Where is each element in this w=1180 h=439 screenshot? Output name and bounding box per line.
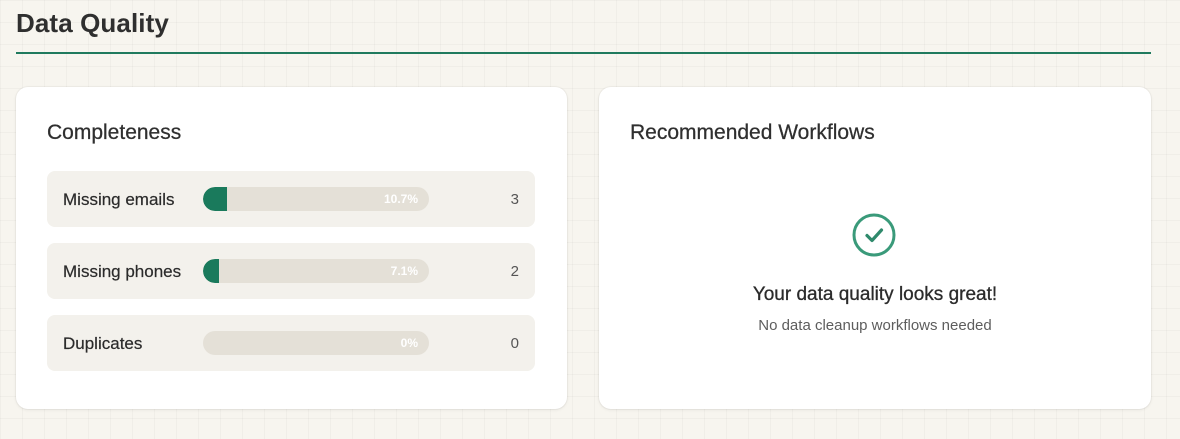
- progress-fill: [203, 259, 220, 283]
- empty-state-title: Your data quality looks great!: [752, 284, 998, 305]
- workflows-title: Recommended Workflows: [630, 121, 875, 144]
- title-divider: [16, 52, 1151, 54]
- metric-label: Missing emails: [63, 190, 175, 209]
- progress-fill: [203, 187, 228, 211]
- metric-label: Duplicates: [63, 334, 143, 353]
- progress-bar: 10.7%: [203, 187, 429, 211]
- workflows-card: Recommended Workflows Your data quality …: [599, 87, 1151, 409]
- metric-label: Missing phones: [63, 262, 182, 281]
- progress-bar: 7.1%: [203, 259, 429, 283]
- metric-count: 2: [510, 263, 519, 280]
- check-circle-icon: [852, 213, 896, 257]
- completeness-title: Completeness: [47, 121, 182, 144]
- progress-percent: 0%: [400, 336, 418, 350]
- metric-count: 0: [510, 335, 519, 352]
- metric-row-missing-emails: Missing emails 10.7% 3: [47, 171, 535, 227]
- metric-row-duplicates: Duplicates 0% 0: [47, 315, 535, 371]
- completeness-card: Completeness Missing emails 10.7% 3 Miss…: [16, 87, 567, 409]
- progress-bar: 0%: [203, 331, 429, 355]
- metric-row-missing-phones: Missing phones 7.1% 2: [47, 243, 535, 299]
- empty-state-subtitle: No data cleanup workflows needed: [758, 317, 992, 334]
- progress-percent: 7.1%: [390, 264, 418, 278]
- metric-count: 3: [510, 191, 519, 208]
- page-title: Data Quality: [16, 8, 169, 38]
- progress-percent: 10.7%: [383, 192, 418, 206]
